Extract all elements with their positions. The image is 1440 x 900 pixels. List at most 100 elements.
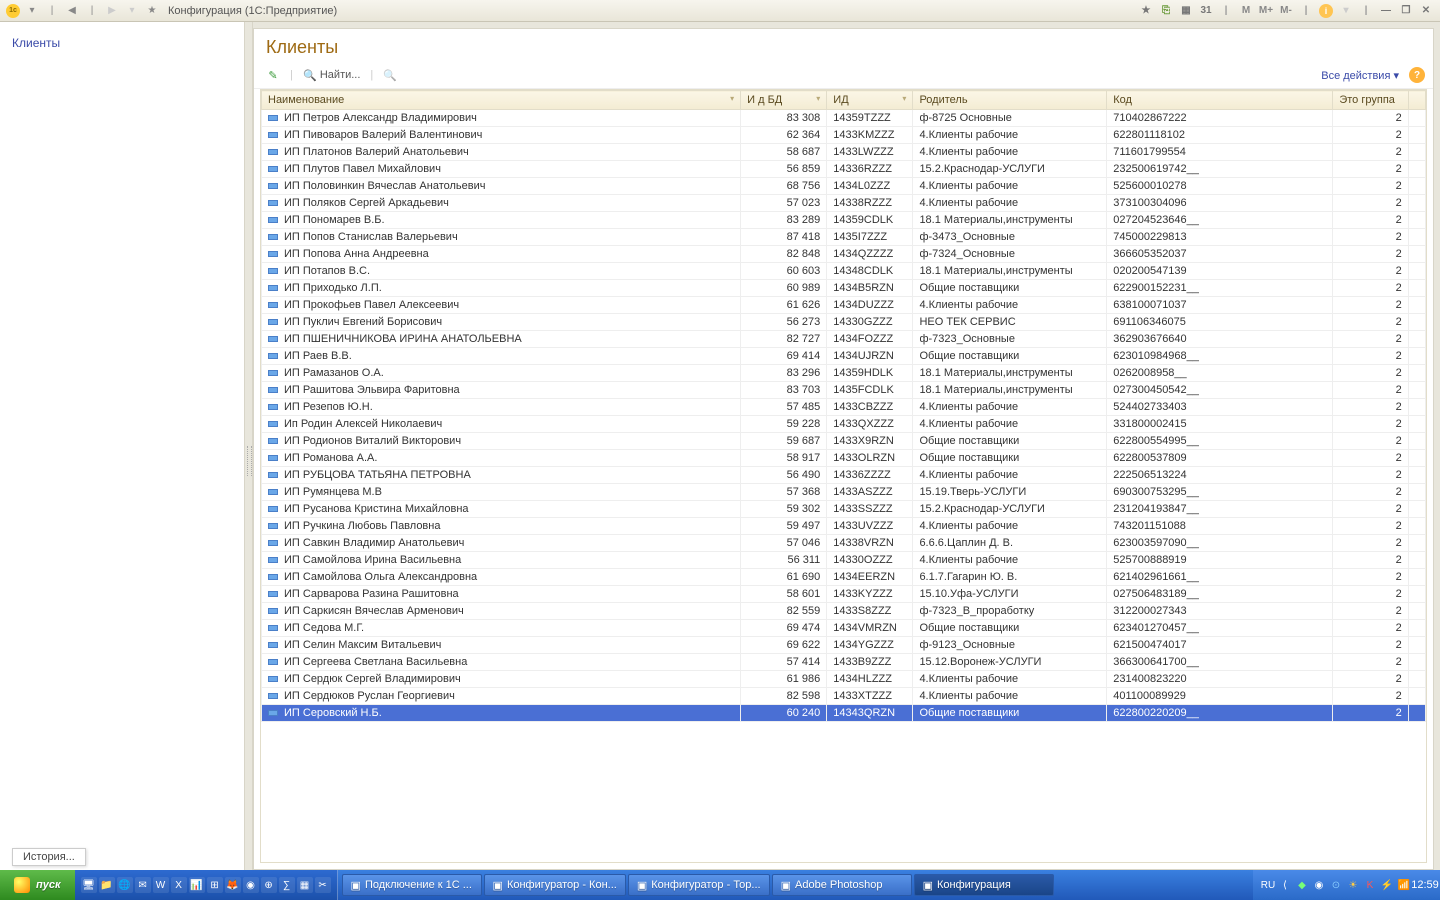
- dropdown-icon[interactable]: ▾: [1338, 3, 1354, 19]
- info-icon[interactable]: i: [1318, 3, 1334, 19]
- ql-icon[interactable]: ⊕: [261, 877, 277, 893]
- column-header-isgroup[interactable]: Это группа: [1333, 91, 1408, 110]
- table-row[interactable]: ИП Раев В.В.69 4141434UJRZNОбщие поставщ…: [262, 348, 1426, 365]
- table-row[interactable]: ИП Половинкин Вячеслав Анатольевич68 756…: [262, 178, 1426, 195]
- table-row[interactable]: ИП Платонов Валерий Анатольевич58 687143…: [262, 144, 1426, 161]
- ql-icon[interactable]: ✉: [135, 877, 151, 893]
- table-row[interactable]: ИП Потапов В.С.60 60314348CDLK18.1 Матер…: [262, 263, 1426, 280]
- table-row[interactable]: ИП Рамазанов О.А.83 29614359HDLK18.1 Мат…: [262, 365, 1426, 382]
- link-icon[interactable]: ⎘: [1158, 3, 1174, 19]
- tray-icon[interactable]: ⟨: [1278, 878, 1292, 892]
- table-row[interactable]: ИП Сердюков Руслан Георгиевич82 5981433X…: [262, 688, 1426, 705]
- data-grid[interactable]: Наименование▾ И д БД▾ ИД▾ Родитель Код Э…: [260, 89, 1427, 863]
- table-row[interactable]: ИП РУБЦОВА ТАТЬЯНА ПЕТРОВНА56 49014336ZZ…: [262, 467, 1426, 484]
- ql-icon[interactable]: 🌐: [117, 877, 133, 893]
- tray-icon[interactable]: ⚡: [1380, 878, 1394, 892]
- minimize-icon[interactable]: —: [1378, 3, 1394, 19]
- column-header-id[interactable]: ИД▾: [827, 91, 913, 110]
- tray-icon[interactable]: K: [1363, 878, 1377, 892]
- calculator-icon[interactable]: ▦: [1178, 3, 1194, 19]
- table-row[interactable]: ИП Сарварова Разина Рашитовна58 6011433K…: [262, 586, 1426, 603]
- dropdown-icon[interactable]: ▾: [124, 3, 140, 19]
- column-header-name[interactable]: Наименование▾: [262, 91, 741, 110]
- table-row[interactable]: ИП Петров Александр Владимирович83 30814…: [262, 110, 1426, 127]
- table-row[interactable]: ИП Румянцева М.В57 3681433ASZZZ15.19.Тве…: [262, 484, 1426, 501]
- table-row[interactable]: ИП Романова А.А.58 9171433OLRZNОбщие пос…: [262, 450, 1426, 467]
- table-row[interactable]: ИП Сердюк Сергей Владимирович61 9861434H…: [262, 671, 1426, 688]
- table-row[interactable]: ИП Седова М.Г.69 4741434VMRZNОбщие поста…: [262, 620, 1426, 637]
- memory-mminus-button[interactable]: M-: [1278, 3, 1294, 19]
- ql-icon[interactable]: W: [153, 877, 169, 893]
- taskbar-task[interactable]: ▣Конфигурация: [914, 874, 1054, 896]
- ql-icon[interactable]: X: [171, 877, 187, 893]
- table-row[interactable]: ИП Прокофьев Павел Алексеевич61 6261434D…: [262, 297, 1426, 314]
- table-row[interactable]: ИП Савкин Владимир Анатольевич57 0461433…: [262, 535, 1426, 552]
- memory-mplus-button[interactable]: M+: [1258, 3, 1274, 19]
- table-row[interactable]: ИП Серовский Н.Б.60 24014343QRZNОбщие по…: [262, 705, 1426, 722]
- table-row[interactable]: ИП Русанова Кристина Михайловна59 302143…: [262, 501, 1426, 518]
- table-row[interactable]: ИП Попов Станислав Валерьевич87 4181435I…: [262, 229, 1426, 246]
- favorite-icon[interactable]: ★: [1138, 3, 1154, 19]
- close-icon[interactable]: ✕: [1418, 3, 1434, 19]
- table-row[interactable]: ИП Родионов Виталий Викторович59 6871433…: [262, 433, 1426, 450]
- all-actions-button[interactable]: Все действия ▾: [1321, 69, 1399, 82]
- help-icon[interactable]: ?: [1409, 67, 1425, 83]
- table-row[interactable]: ИП Самойлова Ирина Васильевна56 31114330…: [262, 552, 1426, 569]
- column-header-idbd[interactable]: И д БД▾: [741, 91, 827, 110]
- ql-icon[interactable]: ⊞: [207, 877, 223, 893]
- nav-back-icon[interactable]: ◀: [64, 3, 80, 19]
- star-icon[interactable]: ★: [144, 3, 160, 19]
- nav-forward-icon[interactable]: ▶: [104, 3, 120, 19]
- ql-icon[interactable]: 🦊: [225, 877, 241, 893]
- taskbar-task[interactable]: ▣Конфигуратор - Тор...: [628, 874, 770, 896]
- table-row[interactable]: ИП Самойлова Ольга Александровна61 69014…: [262, 569, 1426, 586]
- ql-icon[interactable]: ✂: [315, 877, 331, 893]
- table-row[interactable]: ИП Попова Анна Андреевна82 8481434QZZZZф…: [262, 246, 1426, 263]
- column-header-code[interactable]: Код: [1107, 91, 1333, 110]
- tray-icon[interactable]: ◉: [1312, 878, 1326, 892]
- taskbar-task[interactable]: ▣Конфигуратор - Кон...: [484, 874, 626, 896]
- ql-icon[interactable]: 📊: [189, 877, 205, 893]
- history-button[interactable]: История...: [12, 848, 86, 866]
- table-row[interactable]: ИП Пуклич Евгений Борисович56 27314330GZ…: [262, 314, 1426, 331]
- table-row[interactable]: ИП Пономарев В.Б.83 28914359CDLK18.1 Мат…: [262, 212, 1426, 229]
- table-row[interactable]: ИП Ручкина Любовь Павловна59 4971433UVZZ…: [262, 518, 1426, 535]
- page-title: Клиенты: [254, 29, 1433, 62]
- table-row[interactable]: ИП Резепов Ю.Н.57 4851433CBZZZ4.Клиенты …: [262, 399, 1426, 416]
- find-button[interactable]: 🔍Найти...: [299, 66, 365, 84]
- ql-icon[interactable]: ∑: [279, 877, 295, 893]
- column-header-parent[interactable]: Родитель: [913, 91, 1107, 110]
- memory-m-button[interactable]: M: [1238, 3, 1254, 19]
- table-row[interactable]: ИП Поляков Сергей Аркадьевич57 02314338R…: [262, 195, 1426, 212]
- ql-icon[interactable]: ▦: [297, 877, 313, 893]
- ql-icon[interactable]: 📁: [99, 877, 115, 893]
- table-row[interactable]: ИП Пивоваров Валерий Валентинович62 3641…: [262, 127, 1426, 144]
- ql-icon[interactable]: 🖥: [81, 877, 97, 893]
- tray-icon[interactable]: ⊙: [1329, 878, 1343, 892]
- tray-icon[interactable]: 📶: [1397, 878, 1411, 892]
- table-row[interactable]: ИП Селин Максим Витальевич69 6221434YGZZ…: [262, 637, 1426, 654]
- table-row[interactable]: ИП ПШЕНИЧНИКОВА ИРИНА АНАТОЛЬЕВНА82 7271…: [262, 331, 1426, 348]
- ql-icon[interactable]: ◉: [243, 877, 259, 893]
- taskbar-task[interactable]: ▣Adobe Photoshop: [772, 874, 912, 896]
- tray-icon[interactable]: ☀: [1346, 878, 1360, 892]
- table-row[interactable]: ИП Рашитова Эльвира Фаритовна83 7031435F…: [262, 382, 1426, 399]
- table-row[interactable]: Ип Родин Алексей Николаевич59 2281433QXZ…: [262, 416, 1426, 433]
- calendar-icon[interactable]: 31: [1198, 3, 1214, 19]
- clock[interactable]: 12:59: [1418, 878, 1432, 892]
- dropdown-icon[interactable]: ▾: [24, 3, 40, 19]
- table-row[interactable]: ИП Плутов Павел Михайлович56 85914336RZZ…: [262, 161, 1426, 178]
- taskbar-task[interactable]: ▣Подключение к 1С ...: [342, 874, 482, 896]
- clear-filter-button[interactable]: 🔍: [379, 66, 401, 84]
- lang-indicator[interactable]: RU: [1261, 878, 1275, 892]
- table-row[interactable]: ИП Сергеева Светлана Васильевна57 414143…: [262, 654, 1426, 671]
- splitter-handle[interactable]: [245, 22, 253, 870]
- create-button[interactable]: ✎: [262, 66, 284, 84]
- start-button[interactable]: пуск: [0, 870, 75, 900]
- maximize-icon[interactable]: ❐: [1398, 3, 1414, 19]
- table-row[interactable]: ИП Приходько Л.П.60 9891434B5RZNОбщие по…: [262, 280, 1426, 297]
- table-row[interactable]: ИП Саркисян Вячеслав Арменович82 5591433…: [262, 603, 1426, 620]
- tray-icon[interactable]: ◆: [1295, 878, 1309, 892]
- nav-item-clients[interactable]: Клиенты: [12, 36, 232, 50]
- item-icon: [268, 438, 278, 444]
